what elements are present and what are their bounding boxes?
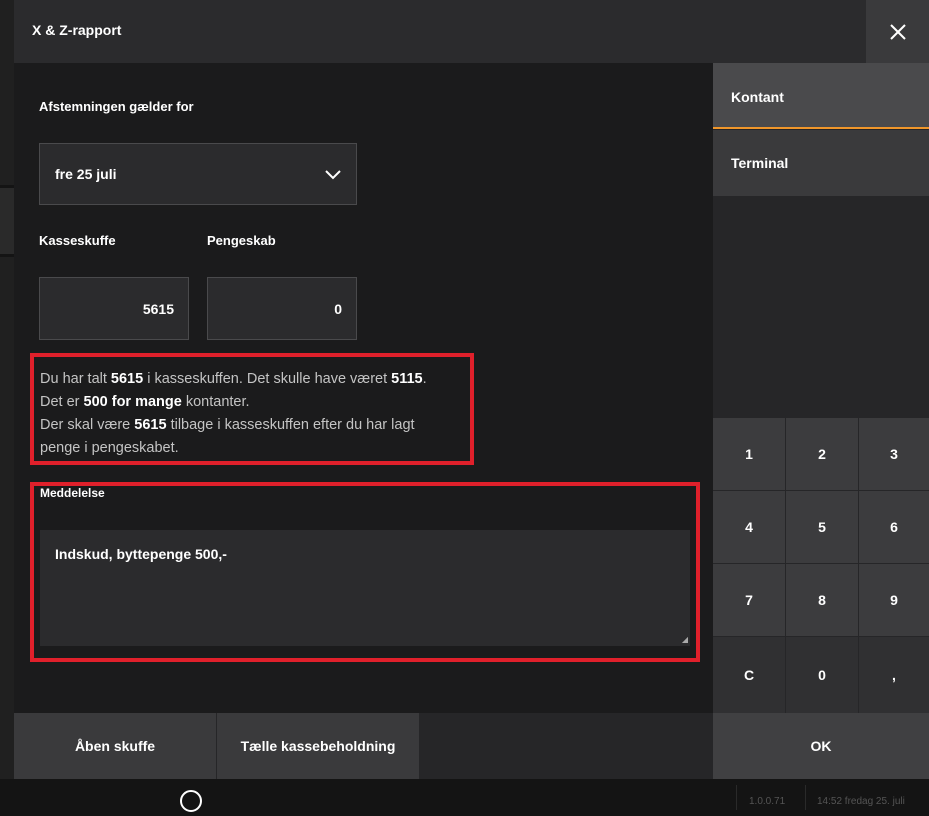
version-label: 1.0.0.71 [749, 796, 786, 807]
keypad-1[interactable]: 1 [713, 418, 785, 490]
tab-cash-label: Kontant [731, 89, 784, 105]
tab-terminal[interactable]: Terminal [713, 130, 929, 196]
safe-amount-input[interactable]: 0 [207, 277, 357, 340]
close-icon [889, 23, 906, 40]
period-label: Afstemningen gælder for [39, 99, 194, 114]
keypad-9[interactable]: 9 [859, 564, 929, 636]
status-divider [736, 785, 737, 810]
drawer-label: Kasseskuffe [39, 233, 116, 248]
status-divider [805, 785, 806, 810]
drawer-amount-value: 5615 [142, 301, 174, 317]
payment-panel: Kontant Terminal 1 2 3 4 5 6 7 8 9 C 0 , [713, 63, 929, 713]
keypad-3[interactable]: 3 [859, 418, 929, 490]
status-bar [0, 779, 929, 816]
form-panel: Afstemningen gælder for fre 25 juli Kass… [14, 63, 713, 713]
background-strip [0, 0, 14, 185]
resize-grip-icon[interactable]: ◢ [682, 635, 688, 644]
count-summary-text: Du har talt 5615 i kasseskuffen. Det sku… [40, 371, 427, 456]
dialog-header: X & Z-rapport [14, 0, 929, 63]
action-bar: Åben skuffe Tælle kassebeholdning OK [14, 713, 929, 779]
count-summary: Du har talt 5615 i kasseskuffen. Det sku… [30, 353, 474, 465]
close-button[interactable] [866, 0, 929, 63]
keypad-0[interactable]: 0 [786, 637, 858, 713]
message-section: Meddelelse Indskud, byttepenge 500,- ◢ [30, 482, 700, 662]
keypad-5[interactable]: 5 [786, 491, 858, 563]
keypad-clear[interactable]: C [713, 637, 785, 713]
drawer-amount-input[interactable]: 5615 [39, 277, 189, 340]
dialog-title: X & Z-rapport [32, 22, 122, 38]
open-drawer-button[interactable]: Åben skuffe [14, 713, 216, 779]
background-strip [0, 257, 14, 779]
period-select-value: fre 25 juli [55, 166, 117, 182]
keypad-7[interactable]: 7 [713, 564, 785, 636]
home-circle-icon[interactable] [180, 790, 202, 812]
datetime-label: 14:52 fredag 25. juli [817, 796, 905, 807]
safe-amount-value: 0 [334, 301, 342, 317]
chevron-down-icon [325, 170, 341, 180]
x-z-report-dialog: X & Z-rapport Afstemningen gælder for fr… [14, 0, 929, 779]
tab-cash[interactable]: Kontant [713, 63, 929, 129]
period-select[interactable]: fre 25 juli [39, 143, 357, 205]
keypad-comma[interactable]: , [859, 637, 929, 713]
safe-label: Pengeskab [207, 233, 276, 248]
message-textarea[interactable]: Indskud, byttepenge 500,- ◢ [40, 530, 690, 646]
keypad-8[interactable]: 8 [786, 564, 858, 636]
keypad-4[interactable]: 4 [713, 491, 785, 563]
message-value: Indskud, byttepenge 500,- [55, 546, 227, 562]
keypad-2[interactable]: 2 [786, 418, 858, 490]
keypad-6[interactable]: 6 [859, 491, 929, 563]
background-strip [0, 188, 14, 254]
action-bar-spacer [420, 713, 713, 779]
message-label: Meddelelse [40, 486, 105, 500]
ok-button[interactable]: OK [713, 713, 929, 779]
count-cash-button[interactable]: Tælle kassebeholdning [217, 713, 419, 779]
tab-terminal-label: Terminal [731, 155, 789, 171]
